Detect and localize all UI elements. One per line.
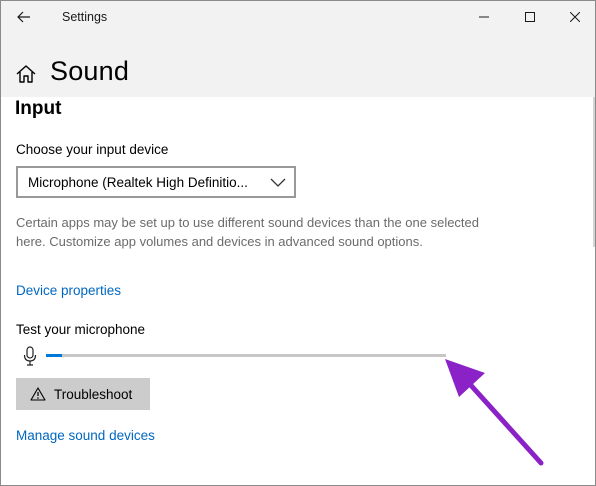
input-device-selected: Microphone (Realtek High Definitio...: [28, 174, 248, 190]
close-icon: [570, 12, 580, 22]
annotation-arrow-icon: [445, 359, 544, 466]
troubleshoot-label: Troubleshoot: [54, 386, 133, 402]
section-title-input: Input: [15, 98, 62, 119]
app-title: Settings: [62, 10, 108, 24]
input-device-description: Certain apps may be set up to use differ…: [16, 215, 480, 249]
close-button[interactable]: [552, 1, 595, 33]
window-header: Settings Sound: [1, 1, 595, 97]
input-device-label: Choose your input device: [16, 142, 169, 157]
manage-sound-devices-link[interactable]: Manage sound devices: [16, 428, 155, 443]
microphone-level-fill: [46, 354, 62, 357]
home-icon[interactable]: [15, 63, 37, 85]
minimize-button[interactable]: [461, 1, 507, 33]
page-title: Sound: [50, 56, 130, 86]
settings-window: Settings Sound Input Choose your input d…: [0, 0, 596, 486]
chevron-down-icon: [270, 178, 286, 187]
test-microphone-label: Test your microphone: [16, 322, 146, 337]
device-properties-link[interactable]: Device properties: [16, 283, 121, 298]
maximize-button[interactable]: [507, 1, 553, 33]
maximize-icon: [525, 12, 535, 22]
back-arrow-icon: [17, 11, 30, 23]
troubleshoot-button[interactable]: Troubleshoot: [16, 378, 150, 410]
microphone-icon: [23, 346, 37, 366]
minimize-icon: [479, 16, 489, 18]
warning-icon: [30, 387, 46, 401]
back-button[interactable]: [5, 1, 43, 33]
microphone-level-meter: [46, 354, 446, 357]
input-device-dropdown[interactable]: Microphone (Realtek High Definitio...: [16, 166, 296, 198]
title-bar: Settings: [1, 1, 595, 33]
